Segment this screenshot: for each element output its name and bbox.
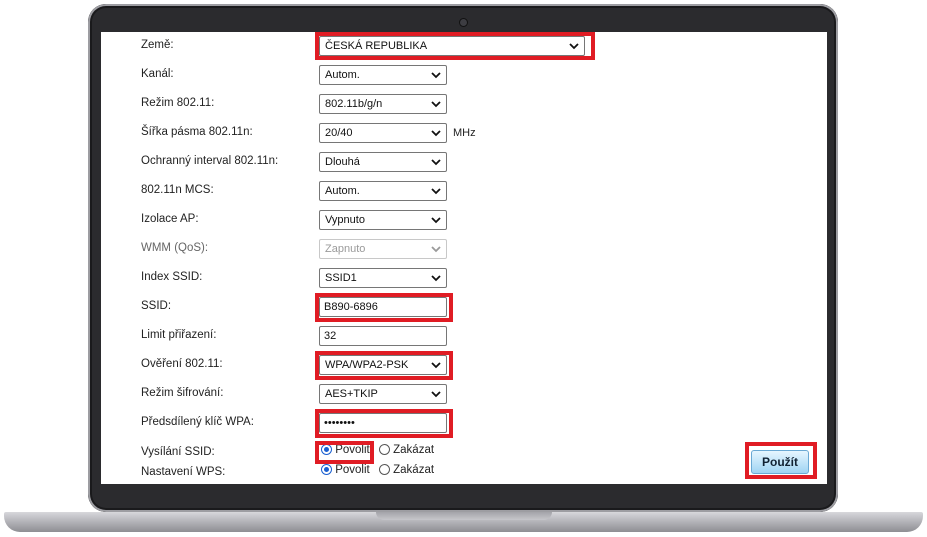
highlight-apply xyxy=(745,442,817,479)
row-ssid: SSID: B890-6896 xyxy=(101,296,827,318)
mode-select[interactable]: 802.11b/g/n xyxy=(319,94,447,114)
row-mcs: 802.11n MCS: Autom. xyxy=(101,180,827,202)
row-channel: Kanál: Autom. xyxy=(101,64,827,86)
row-wps: Nastavení WPS: Povolit Zakázat xyxy=(101,462,827,484)
wps-radio-group: Povolit Zakázat xyxy=(321,464,440,476)
wps-disable-radio[interactable] xyxy=(378,464,390,475)
psk-label: Předsdílený klíč WPA: xyxy=(141,416,254,428)
bandwidth-unit: MHz xyxy=(453,127,476,139)
wmm-select: Zapnuto xyxy=(319,239,447,259)
row-wmm: WMM (QoS): Zapnuto xyxy=(101,238,827,260)
channel-select[interactable]: Autom. xyxy=(319,65,447,85)
encryption-value: AES+TKIP xyxy=(325,388,378,400)
channel-label: Kanál: xyxy=(141,68,174,80)
row-assoc-limit: Limit přiřazení: 32 xyxy=(101,325,827,347)
wps-disable-label[interactable]: Zakázat xyxy=(393,464,434,476)
highlight-psk xyxy=(315,409,453,438)
highlight-auth xyxy=(315,351,453,380)
row-encryption: Režim šifrování: AES+TKIP xyxy=(101,383,827,405)
ssid-index-select[interactable]: SSID1 xyxy=(319,268,447,288)
ssid-index-value: SSID1 xyxy=(325,272,357,284)
row-auth: Ověření 802.11: WPA/WPA2-PSK xyxy=(101,354,827,376)
mode-label: Režim 802.11: xyxy=(141,97,215,109)
highlight-country xyxy=(315,32,595,60)
ssid-broadcast-disable-radio[interactable] xyxy=(378,444,390,455)
row-psk: Předsdílený klíč WPA: •••••••• xyxy=(101,412,827,434)
webcam-icon xyxy=(460,19,467,26)
ssid-index-label: Index SSID: xyxy=(141,271,203,283)
assoc-limit-label: Limit přiřazení: xyxy=(141,329,217,341)
row-ssid-broadcast: Vysílání SSID: Povolit Zakázat xyxy=(101,442,827,464)
encryption-select[interactable]: AES+TKIP xyxy=(319,384,447,404)
chevron-down-icon xyxy=(431,101,441,108)
mode-value: 802.11b/g/n xyxy=(325,98,383,110)
ap-isolation-value: Vypnuto xyxy=(325,214,365,226)
chevron-down-icon xyxy=(431,72,441,79)
row-bandwidth: Šířka pásma 802.11n: 20/40 MHz xyxy=(101,122,827,144)
wmm-value: Zapnuto xyxy=(325,243,366,255)
guard-interval-select[interactable]: Dlouhá xyxy=(319,152,447,172)
chevron-down-icon xyxy=(431,188,441,195)
wmm-label: WMM (QoS): xyxy=(141,242,209,254)
row-mode: Režim 802.11: 802.11b/g/n xyxy=(101,93,827,115)
row-ssid-index: Index SSID: SSID1 xyxy=(101,267,827,289)
wps-label: Nastavení WPS: xyxy=(141,466,226,478)
ssid-label: SSID: xyxy=(141,300,172,312)
bandwidth-label: Šířka pásma 802.11n: xyxy=(141,126,253,138)
auth-label: Ověření 802.11: xyxy=(141,358,223,370)
guard-interval-label: Ochranný interval 802.11n: xyxy=(141,155,279,167)
chevron-down-icon xyxy=(431,246,441,253)
mcs-select[interactable]: Autom. xyxy=(319,181,447,201)
laptop-notch xyxy=(376,512,552,520)
channel-value: Autom. xyxy=(325,69,360,81)
highlight-ssid-broadcast xyxy=(315,441,374,464)
chevron-down-icon xyxy=(431,130,441,137)
chevron-down-icon xyxy=(431,275,441,282)
ssid-broadcast-disable-label[interactable]: Zakázat xyxy=(393,444,434,456)
mcs-value: Autom. xyxy=(325,185,360,197)
bandwidth-select[interactable]: 20/40 xyxy=(319,123,447,143)
row-ap-isolation: Izolace AP: Vypnuto xyxy=(101,209,827,231)
ap-isolation-select[interactable]: Vypnuto xyxy=(319,210,447,230)
wps-enable-radio[interactable] xyxy=(321,464,332,475)
highlight-ssid xyxy=(315,293,453,322)
guard-interval-value: Dlouhá xyxy=(325,156,360,168)
bandwidth-value: 20/40 xyxy=(325,127,353,139)
wps-enable-label[interactable]: Povolit xyxy=(335,464,370,476)
router-settings-screen: Země: ČESKÁ REPUBLIKA Kanál: Autom. Reži… xyxy=(101,32,827,484)
chevron-down-icon xyxy=(431,159,441,166)
chevron-down-icon xyxy=(431,391,441,398)
mcs-label: 802.11n MCS: xyxy=(141,184,214,196)
assoc-limit-input[interactable]: 32 xyxy=(319,326,447,346)
ssid-broadcast-label: Vysílání SSID: xyxy=(141,446,215,458)
country-label: Země: xyxy=(141,39,174,51)
row-guard-interval: Ochranný interval 802.11n: Dlouhá xyxy=(101,151,827,173)
encryption-label: Režim šifrování: xyxy=(141,387,224,399)
ap-isolation-label: Izolace AP: xyxy=(141,213,199,225)
chevron-down-icon xyxy=(431,217,441,224)
